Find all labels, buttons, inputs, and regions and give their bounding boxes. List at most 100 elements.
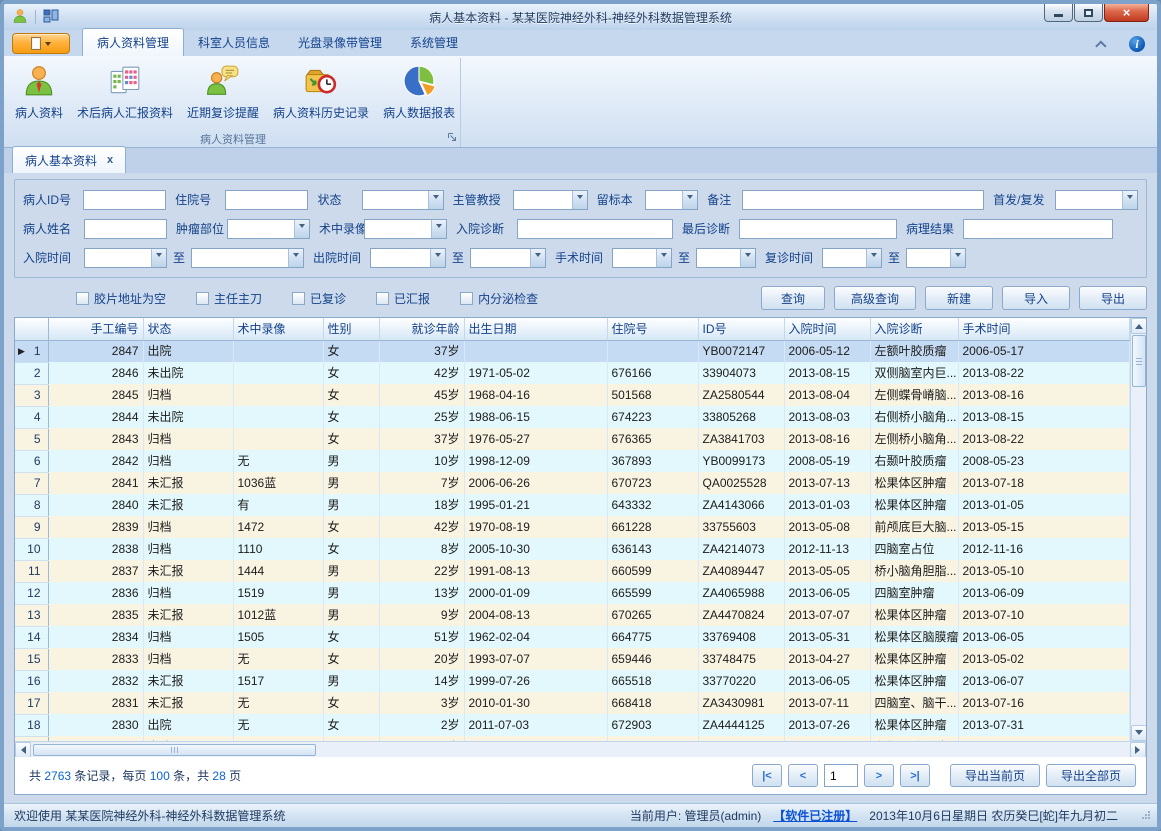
grid-cell[interactable]	[464, 340, 607, 362]
grid-cell[interactable]: 2013-08-22	[958, 362, 1130, 384]
grid-cell[interactable]: 四脑室占位	[870, 538, 958, 560]
grid-cell[interactable]: 1444	[233, 560, 323, 582]
grid-cell[interactable]: 左侧蝶骨嵴脑...	[870, 384, 958, 406]
final-diagnosis-input[interactable]	[739, 219, 897, 239]
grid-cell[interactable]: 2013-05-15	[958, 516, 1130, 538]
grid-cell[interactable]: 男	[323, 582, 379, 604]
row-selector[interactable]: 17	[15, 692, 48, 714]
chevron-down-icon[interactable]	[428, 191, 443, 209]
grid-cell[interactable]: 2岁	[379, 714, 464, 736]
grid-cell[interactable]: 左额叶胶质瘤	[870, 340, 958, 362]
chevron-down-icon[interactable]	[431, 220, 446, 238]
patient-id-input[interactable]	[83, 190, 166, 210]
grid-cell[interactable]: 1968-04-16	[464, 384, 607, 406]
discharge-date-from-combo[interactable]	[370, 248, 446, 268]
grid-cell[interactable]: 右侧桥小脑角...	[870, 406, 958, 428]
resize-grip-icon[interactable]	[1140, 809, 1151, 823]
grid-cell[interactable]: 1036蓝	[233, 472, 323, 494]
grid-column-header[interactable]: 入院时间	[784, 318, 870, 340]
table-row[interactable]: 182830出院无女2岁2011-07-03672903ZA4444125201…	[15, 714, 1130, 736]
grid-cell[interactable]: 1999-07-26	[464, 670, 607, 692]
postop-report-data-button[interactable]: 术后病人汇报资料	[70, 61, 180, 127]
grid-cell[interactable]: 2847	[48, 340, 143, 362]
table-row[interactable]: 112837未汇报1444男22岁1991-08-13660599ZA40894…	[15, 560, 1130, 582]
grid-cell[interactable]: 2013-05-10	[958, 560, 1130, 582]
grid-cell[interactable]: 2013-06-05	[784, 582, 870, 604]
admission-date-to-combo[interactable]	[191, 248, 304, 268]
grid-cell[interactable]: 桥小脑角胆脂...	[870, 560, 958, 582]
grid-cell[interactable]	[233, 340, 323, 362]
grid-cell[interactable]: 松果体区肿瘤	[870, 494, 958, 516]
grid-cell[interactable]: 2013-05-08	[784, 516, 870, 538]
grid-cell[interactable]: ZA3841703	[698, 428, 784, 450]
table-row[interactable]: 92839归档1472女42岁1970-08-19661228337556032…	[15, 516, 1130, 538]
grid-cell[interactable]: 7岁	[379, 472, 464, 494]
grid-cell[interactable]: 51岁	[379, 626, 464, 648]
grid-cell[interactable]: 1971-05-02	[464, 362, 607, 384]
grid-cell[interactable]: 男	[323, 472, 379, 494]
grid-cell[interactable]: 2010-01-30	[464, 692, 607, 714]
grid-cell[interactable]: 女	[323, 626, 379, 648]
grid-cell[interactable]: 出院	[143, 340, 233, 362]
grid-column-header[interactable]: ID号	[698, 318, 784, 340]
grid-cell[interactable]: 2013-07-16	[958, 692, 1130, 714]
grid-cell[interactable]: 松果体区肿瘤	[870, 604, 958, 626]
grid-cell[interactable]: 2013-08-03	[784, 406, 870, 428]
grid-cell[interactable]: ZA4444125	[698, 714, 784, 736]
grid-cell[interactable]: 2013-08-04	[784, 384, 870, 406]
grid-cell[interactable]: 14岁	[379, 670, 464, 692]
grid-column-header[interactable]: 术中录像	[233, 318, 323, 340]
export-button[interactable]: 导出	[1079, 286, 1147, 310]
grid-cell[interactable]: 前颅底巨大脑...	[870, 516, 958, 538]
row-selector[interactable]: 5	[15, 428, 48, 450]
last-page-button[interactable]: >|	[900, 764, 930, 787]
chevron-down-icon[interactable]	[294, 220, 309, 238]
surgery-video-combo[interactable]	[364, 219, 447, 239]
table-row[interactable]: 32845归档女45岁1968-04-16501568ZA25805442013…	[15, 384, 1130, 406]
grid-cell[interactable]: 10岁	[379, 450, 464, 472]
grid-cell[interactable]: 2012-11-16	[958, 538, 1130, 560]
row-selector[interactable]: 3	[15, 384, 48, 406]
collapse-ribbon-icon[interactable]	[1095, 40, 1106, 51]
grid-cell[interactable]: 2013-04-27	[784, 648, 870, 670]
grid-cell[interactable]: 出院	[143, 714, 233, 736]
grid-cell[interactable]: ZA4470824	[698, 604, 784, 626]
grid-cell[interactable]: 1970-08-19	[464, 516, 607, 538]
row-selector[interactable]: 13	[15, 604, 48, 626]
table-row[interactable]: 172831未汇报无女3岁2010-01-30668418ZA343098120…	[15, 692, 1130, 714]
first-recurrence-combo[interactable]	[1055, 190, 1138, 210]
grid-cell[interactable]: 松果体区肿瘤	[870, 670, 958, 692]
row-selector[interactable]: 14	[15, 626, 48, 648]
grid-cell[interactable]: 676365	[607, 428, 698, 450]
table-row[interactable]: 72841未汇报1036蓝男7岁2006-06-26670723QA002552…	[15, 472, 1130, 494]
grid-cell[interactable]: 660599	[607, 560, 698, 582]
followup-date-from-combo[interactable]	[822, 248, 882, 268]
chevron-down-icon[interactable]	[866, 249, 881, 267]
grid-cell[interactable]: 2832	[48, 670, 143, 692]
grid-cell[interactable]	[607, 340, 698, 362]
grid-cell[interactable]: 1991-08-13	[464, 560, 607, 582]
grid-cell[interactable]: 25岁	[379, 406, 464, 428]
row-selector[interactable]: 12	[15, 582, 48, 604]
grid-cell[interactable]: 女	[323, 428, 379, 450]
scroll-down-icon[interactable]	[1131, 725, 1147, 741]
application-menu-button[interactable]	[12, 33, 70, 54]
grid-cell[interactable]: YB0072147	[698, 340, 784, 362]
grid-cell[interactable]: 归档	[143, 582, 233, 604]
grid-cell[interactable]: 33805268	[698, 406, 784, 428]
grid-cell[interactable]: 左侧桥小脑角...	[870, 428, 958, 450]
next-page-button[interactable]: >	[864, 764, 894, 787]
grid-cell[interactable]: 2841	[48, 472, 143, 494]
grid-cell[interactable]: 33769408	[698, 626, 784, 648]
grid-cell[interactable]: 659446	[607, 648, 698, 670]
info-icon[interactable]: i	[1129, 36, 1145, 52]
grid-cell[interactable]: 2839	[48, 516, 143, 538]
ribbon-tab-department-staff[interactable]: 科室人员信息	[184, 29, 284, 56]
chevron-down-icon[interactable]	[950, 249, 965, 267]
grid-cell[interactable]: 33904073	[698, 362, 784, 384]
grid-cell[interactable]: 1993-07-07	[464, 648, 607, 670]
grid-cell[interactable]: 2013-08-16	[784, 428, 870, 450]
grid-cell[interactable]: 无	[233, 648, 323, 670]
table-row[interactable]: 152833归档无女20岁1993-07-0765944633748475201…	[15, 648, 1130, 670]
grid-cell[interactable]: 2845	[48, 384, 143, 406]
